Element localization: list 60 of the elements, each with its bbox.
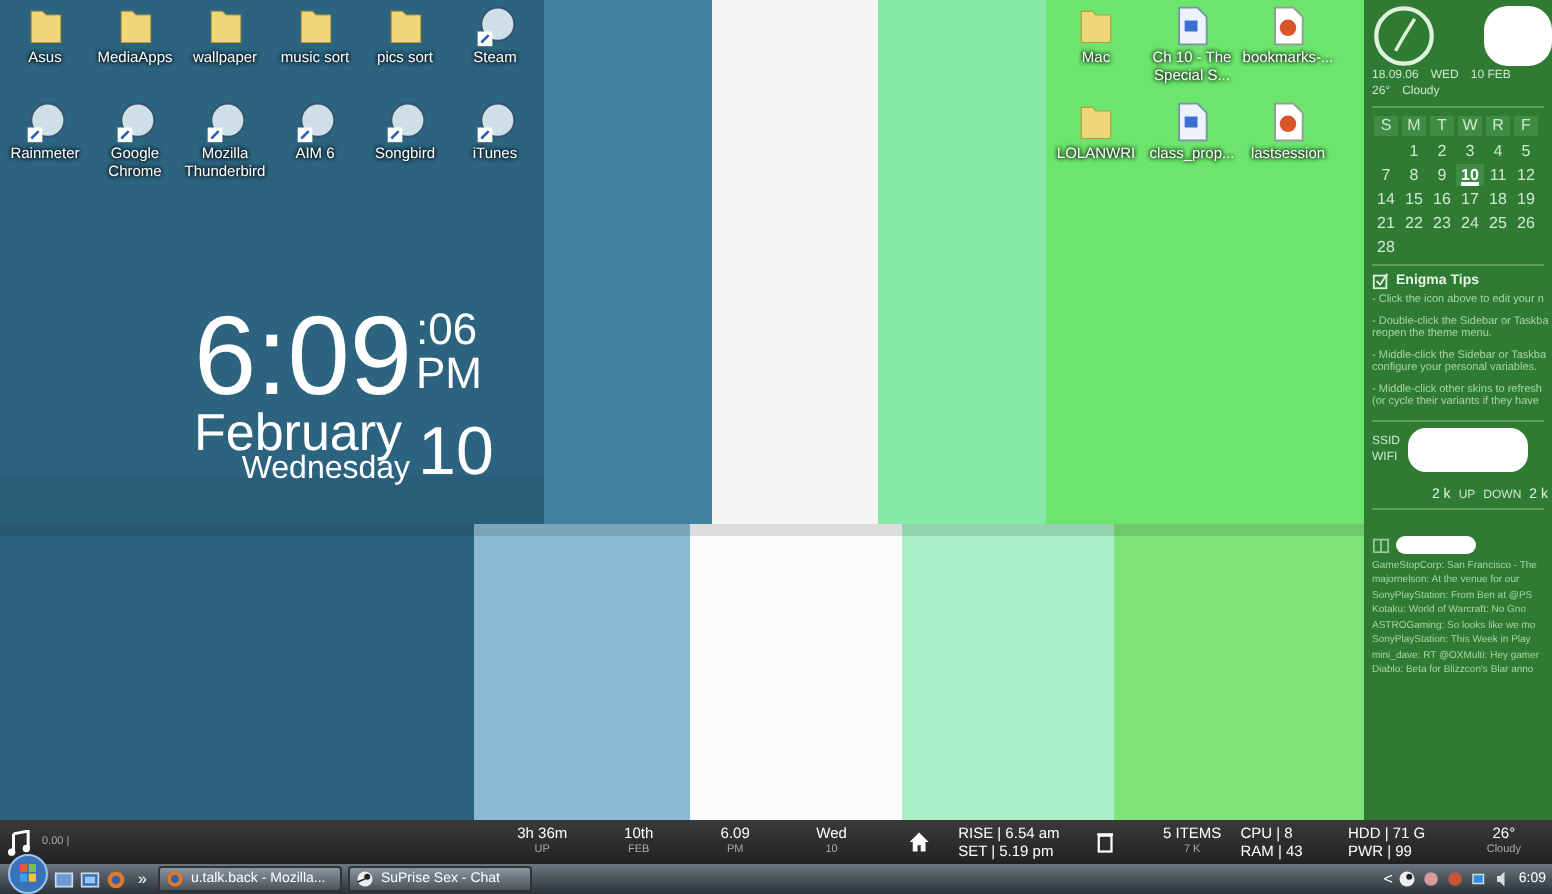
calendar-day[interactable]: 12 bbox=[1512, 164, 1540, 186]
calendar-day[interactable]: 7 bbox=[1372, 164, 1400, 186]
weekday-header: S bbox=[1374, 116, 1398, 136]
calendar-day[interactable]: 3 bbox=[1456, 140, 1484, 162]
calendar-day[interactable]: 17 bbox=[1456, 188, 1484, 210]
weekday-header: F bbox=[1514, 116, 1538, 136]
calendar-day[interactable]: 25 bbox=[1484, 212, 1512, 234]
calendar-day[interactable]: 15 bbox=[1400, 188, 1428, 210]
calendar-day[interactable]: 18 bbox=[1484, 188, 1512, 210]
trash-icon[interactable] bbox=[1093, 830, 1116, 854]
browser-icon bbox=[166, 870, 185, 888]
clock-time: 6:09 bbox=[194, 304, 412, 408]
analog-clock-icon bbox=[1372, 4, 1436, 68]
app-icon[interactable] bbox=[473, 100, 517, 144]
app-icon[interactable] bbox=[293, 100, 337, 144]
calendar-day[interactable]: 19 bbox=[1512, 188, 1540, 210]
feed-icon bbox=[1372, 535, 1390, 553]
network-icon[interactable] bbox=[1470, 870, 1489, 888]
calendar-day[interactable]: 22 bbox=[1400, 212, 1428, 234]
redaction-block bbox=[1408, 427, 1529, 471]
overflow-chevron[interactable]: » bbox=[138, 870, 147, 888]
clock-ampm: PM bbox=[416, 352, 482, 396]
weekday-header: T bbox=[1430, 116, 1454, 136]
clock-weekday: Wednesday bbox=[241, 456, 411, 484]
calendar-day[interactable]: 2 bbox=[1428, 140, 1456, 162]
calendar-day[interactable]: 21 bbox=[1372, 212, 1400, 234]
calendar-day[interactable]: 1 bbox=[1400, 140, 1428, 162]
redaction-block bbox=[1396, 535, 1476, 553]
desktop-icon[interactable] bbox=[54, 869, 74, 889]
redaction-block bbox=[1484, 6, 1552, 66]
calendar-day[interactable]: 28 bbox=[1372, 236, 1400, 258]
calendar-day[interactable]: 11 bbox=[1484, 164, 1512, 186]
checkbox-edit-icon[interactable] bbox=[1372, 272, 1390, 290]
windows-icon[interactable] bbox=[80, 869, 100, 889]
tray-arrow[interactable]: < bbox=[1383, 870, 1393, 888]
calendar-day[interactable]: 16 bbox=[1428, 188, 1456, 210]
home-icon[interactable] bbox=[907, 830, 931, 854]
start-button[interactable] bbox=[8, 853, 48, 893]
weekday-header: R bbox=[1486, 116, 1510, 136]
app-icon[interactable] bbox=[383, 100, 427, 144]
app-icon[interactable] bbox=[23, 100, 67, 144]
weekday-header: M bbox=[1402, 116, 1426, 136]
calendar-day[interactable]: 9 bbox=[1428, 164, 1456, 186]
app-icon[interactable] bbox=[473, 4, 517, 48]
app-icon[interactable] bbox=[113, 100, 157, 144]
calendar-day[interactable]: 4 bbox=[1484, 140, 1512, 162]
clock-day: 10 bbox=[418, 420, 494, 484]
browser-icon[interactable] bbox=[106, 869, 126, 889]
calendar-day[interactable]: 8 bbox=[1400, 164, 1428, 186]
clock-seconds: :06 bbox=[416, 308, 480, 352]
calendar-day[interactable]: 24 bbox=[1456, 212, 1484, 234]
music-note-icon[interactable] bbox=[8, 829, 30, 855]
calendar-day[interactable]: 14 bbox=[1372, 188, 1400, 210]
calendar-day[interactable]: 23 bbox=[1428, 212, 1456, 234]
clock-month: February bbox=[194, 408, 403, 456]
weekday-header: W bbox=[1458, 116, 1482, 136]
calendar-day[interactable]: 5 bbox=[1512, 140, 1540, 162]
calendar-day[interactable]: 10 bbox=[1456, 164, 1484, 186]
calendar-day[interactable]: 26 bbox=[1512, 212, 1540, 234]
app-icon[interactable] bbox=[203, 100, 247, 144]
